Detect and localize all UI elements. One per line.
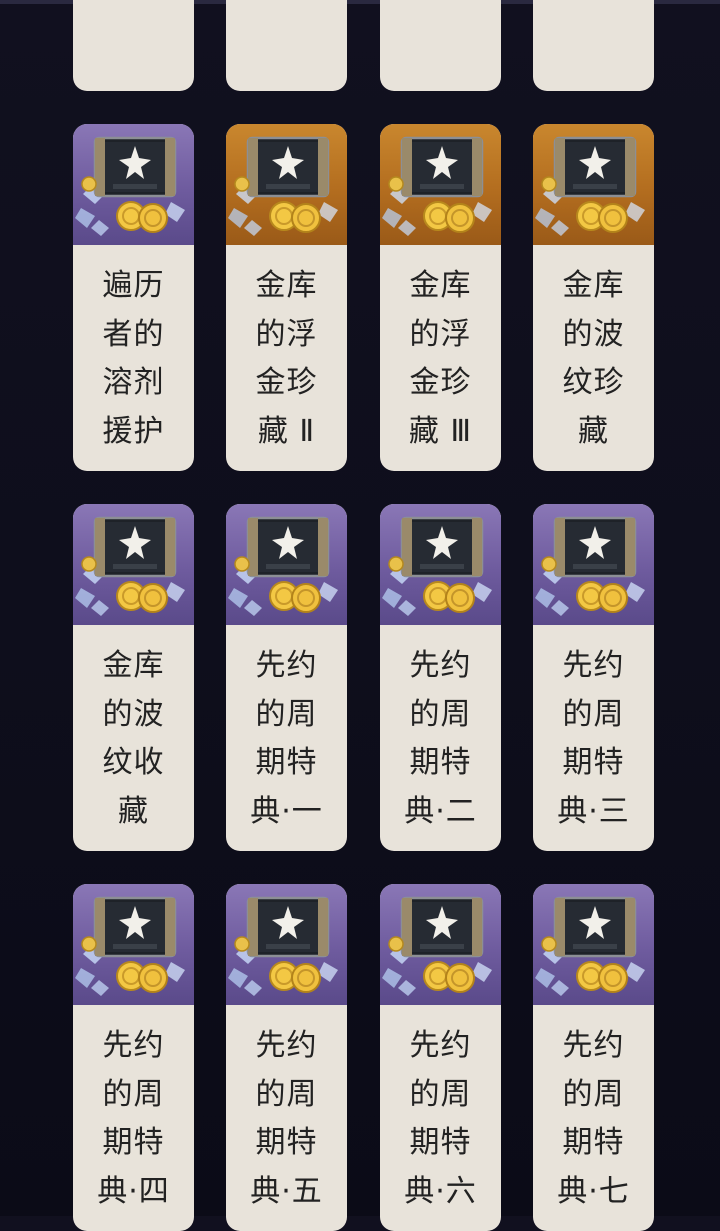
reward-title-line: 藏 Ⅲ [408, 413, 473, 449]
reward-title-line: 典·二 [404, 793, 477, 829]
reward-title-line: 期特 [255, 1125, 318, 1160]
reward-title: 金库 的波 纹珍藏 [533, 262, 654, 456]
reward-title-line: 的周 [562, 696, 625, 732]
reward-title-line: 金珍 [255, 365, 318, 400]
reward-title-line: 期特 [409, 745, 472, 780]
reward-title-line: 典·七 [557, 1173, 630, 1209]
reward-title-line: 先约 [102, 1028, 165, 1063]
reward-title-line: 藏 Ⅱ [257, 413, 316, 449]
reward-title: 先约的周期特典·五 [226, 1022, 347, 1216]
reward-thumbnail [380, 124, 501, 245]
reward-card[interactable]: 先约的周期特典·七 [533, 884, 654, 1231]
reward-card[interactable]: 先约的周期特典·二 [380, 504, 501, 851]
reward-thumbnail [73, 504, 194, 625]
reward-title-line: 的浮 [409, 316, 472, 352]
reward-title-line: 的周 [409, 696, 472, 732]
reward-title-line: 期特 [562, 1125, 625, 1160]
reward-title: 先约的周期特典·七 [533, 1022, 654, 1216]
reward-card[interactable]: 密督支援 [380, 0, 501, 91]
reward-title-line: 金库 [562, 268, 625, 303]
reward-title: 遍历 者的 溶剂 援护 [73, 262, 194, 456]
reward-title-line: 的周 [255, 696, 318, 732]
reward-title-line: 期特 [102, 1125, 165, 1160]
reward-title: 金库的浮金珍藏 Ⅱ [226, 262, 347, 456]
reward-card[interactable]: 遍历 者的 溶剂 援护 [73, 124, 194, 471]
reward-title-line: 的波 [102, 696, 165, 732]
reward-title-line: 金库 [102, 648, 165, 683]
reward-title-line: 典·三 [557, 793, 630, 829]
reward-title-line: 典·一 [250, 793, 323, 829]
reward-title-line: 的周 [409, 1076, 472, 1112]
reward-title-line: 的浮 [255, 316, 318, 352]
reward-card[interactable]: 先约的周期特典·六 [380, 884, 501, 1231]
reward-card[interactable]: 密督援护 [533, 0, 654, 91]
reward-title-line: 金库 [409, 268, 472, 303]
reward-card[interactable]: 潮珍藏 [226, 0, 347, 91]
reward-title-line: 期特 [409, 1125, 472, 1160]
reward-thumbnail [226, 884, 347, 1005]
reward-title: 金库 的波 纹收藏 [73, 642, 194, 836]
reward-title-line: 遍历 [102, 268, 165, 303]
reward-title: 先约的周期特典·四 [73, 1022, 194, 1216]
reward-title-line: 藏 [118, 793, 149, 829]
reward-card[interactable]: 金库的浮金珍藏 Ⅱ [226, 124, 347, 471]
reward-title-line: 纹收 [102, 745, 165, 780]
reward-card[interactable]: 先约的周期特典·三 [533, 504, 654, 851]
reward-title-line: 先约 [255, 648, 318, 683]
reward-title: 先约的周期特典·二 [380, 642, 501, 836]
reward-title-line: 溶剂 [102, 365, 165, 400]
reward-title-line: 金珍 [409, 365, 472, 400]
reward-title: 金库的浮金珍藏 Ⅲ [380, 262, 501, 456]
reward-title-line: 典·六 [404, 1173, 477, 1209]
reward-title-line: 先约 [562, 1028, 625, 1063]
reward-title-line: 者的 [102, 316, 165, 352]
reward-title-line: 先约 [255, 1028, 318, 1063]
reward-card[interactable]: 先约的周期特典·一 [226, 504, 347, 851]
reward-title: 先约的周期特典·三 [533, 642, 654, 836]
reward-thumbnail [73, 884, 194, 1005]
reward-thumbnail [533, 504, 654, 625]
reward-thumbnail [380, 884, 501, 1005]
item-grid: 金珍藏 Ⅰ 潮珍藏 密督支援 密督援护 [0, 0, 720, 1231]
reward-thumbnail [380, 504, 501, 625]
reward-card[interactable]: 先约的周期特典·四 [73, 884, 194, 1231]
reward-card[interactable]: 金库 的波 纹收藏 [73, 504, 194, 851]
reward-thumbnail [226, 124, 347, 245]
reward-title-line: 纹珍 [562, 365, 625, 400]
reward-title-line: 的周 [562, 1076, 625, 1112]
reward-title-line: 藏 [578, 413, 609, 449]
reward-title-line: 先约 [562, 648, 625, 683]
reward-thumbnail [226, 504, 347, 625]
reward-card[interactable]: 金库 的波 纹珍藏 [533, 124, 654, 471]
reward-card[interactable]: 先约的周期特典·五 [226, 884, 347, 1231]
reward-card[interactable]: 金库的浮金珍藏 Ⅲ [380, 124, 501, 471]
reward-title-line: 期特 [562, 745, 625, 780]
reward-card[interactable]: 金珍藏 Ⅰ [73, 0, 194, 91]
reward-title-line: 先约 [409, 648, 472, 683]
reward-title-line: 先约 [409, 1028, 472, 1063]
reward-thumbnail [73, 124, 194, 245]
reward-title: 先约的周期特典·六 [380, 1022, 501, 1216]
reward-thumbnail [533, 884, 654, 1005]
reward-title-line: 的波 [562, 316, 625, 352]
reward-title-line: 金库 [255, 268, 318, 303]
reward-title-line: 典·五 [250, 1173, 323, 1209]
reward-title-line: 期特 [255, 745, 318, 780]
reward-title: 先约的周期特典·一 [226, 642, 347, 836]
reward-title-line: 的周 [255, 1076, 318, 1112]
reward-title-line: 典·四 [97, 1173, 170, 1209]
reward-title-line: 援护 [102, 413, 165, 449]
reward-thumbnail [533, 124, 654, 245]
reward-title-line: 的周 [102, 1076, 165, 1112]
